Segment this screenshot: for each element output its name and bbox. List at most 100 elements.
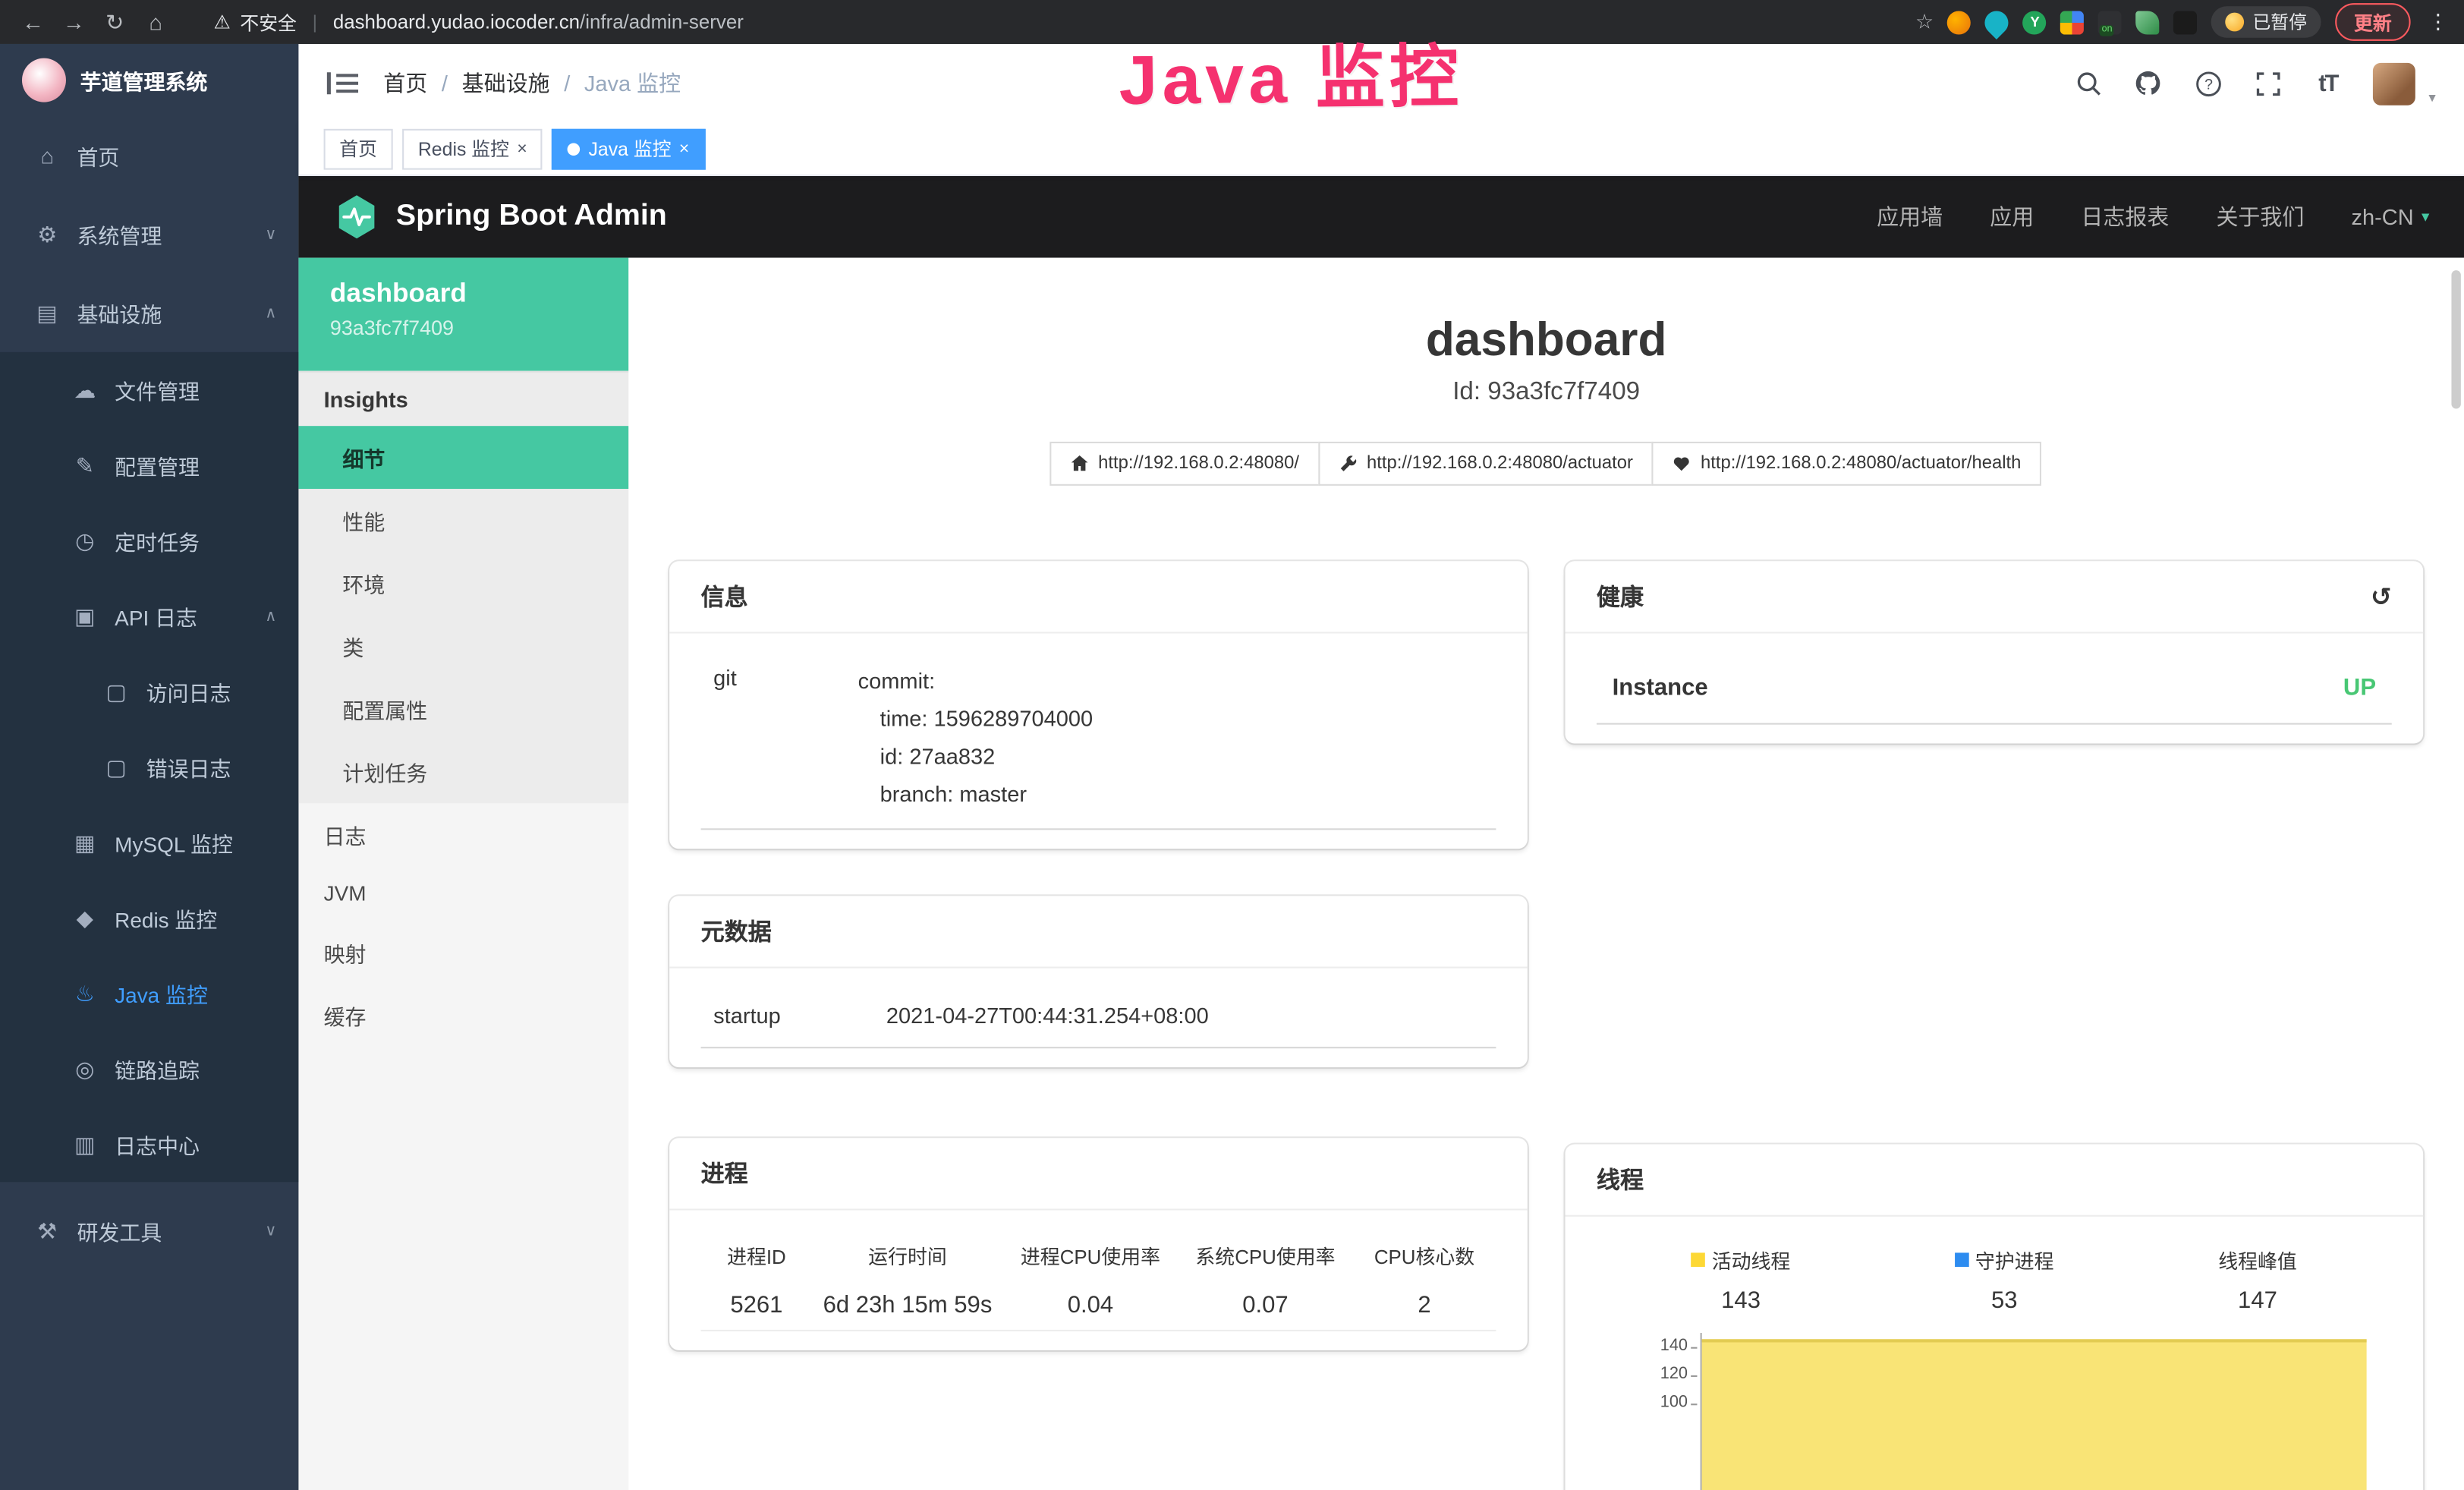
extension-leaf-icon[interactable] xyxy=(2136,10,2160,33)
url-domain: dashboard.yudao.iocoder.cn xyxy=(333,11,580,33)
sidebar-item-log-center[interactable]: ▥ 日志中心 xyxy=(0,1107,298,1182)
sidebar-item-mysql-monitor[interactable]: ▦ MySQL 监控 xyxy=(0,805,298,880)
address-bar[interactable]: ⚠ 不安全 | dashboard.yudao.iocoder.cn/infra… xyxy=(214,8,1909,35)
extension-grid-icon[interactable] xyxy=(2061,10,2085,33)
health-status: UP xyxy=(2343,674,2376,701)
extension-puzzle-icon[interactable] xyxy=(2174,10,2198,33)
process-cpu: 0.04 xyxy=(1003,1281,1179,1330)
app-logo[interactable]: 芋道管理系统 xyxy=(0,44,298,116)
sba-item-jvm[interactable]: JVM xyxy=(298,866,628,921)
actuator-url-button[interactable]: http://192.168.0.2:48080/actuator xyxy=(1318,442,1654,486)
service-url-button[interactable]: http://192.168.0.2:48080/ xyxy=(1049,442,1320,486)
sba-logo-icon xyxy=(333,194,380,241)
sidebar-item-dev-tools[interactable]: ⚒ 研发工具 ∨ xyxy=(0,1192,298,1271)
sba-item-loggers[interactable]: 日志 xyxy=(298,803,628,866)
help-icon[interactable]: ? xyxy=(2195,69,2223,97)
close-icon[interactable]: × xyxy=(517,139,527,158)
sba-item-metrics[interactable]: 性能 xyxy=(298,489,628,552)
user-avatar[interactable] xyxy=(2374,62,2416,105)
breadcrumb-home[interactable]: 首页 xyxy=(383,68,427,99)
breadcrumb-section[interactable]: 基础设施 xyxy=(462,68,550,99)
sidebar-item-infrastructure[interactable]: ▤ 基础设施 ∧ xyxy=(0,273,298,352)
threads-card-title: 线程 xyxy=(1597,1163,1644,1195)
sidebar-item-access-logs[interactable]: ▢ 访问日志 xyxy=(0,654,298,729)
sba-item-mappings[interactable]: 映射 xyxy=(298,921,628,984)
security-warning-label: 不安全 xyxy=(240,8,297,35)
svg-text:?: ? xyxy=(2204,76,2213,93)
sidebar-item-api-logs[interactable]: ▣ API 日志 ∧ xyxy=(0,578,298,654)
sidebar-item-link-tracing[interactable]: ◎ 链路追踪 xyxy=(0,1031,298,1106)
browser-menu-icon[interactable]: ⋮ xyxy=(2428,9,2448,34)
sidebar-item-home[interactable]: ⌂ 首页 xyxy=(0,116,298,195)
sidebar-item-redis-monitor[interactable]: ◆ Redis 监控 xyxy=(0,880,298,956)
update-button[interactable]: 更新 xyxy=(2335,3,2410,41)
sidebar-item-java-monitor[interactable]: ♨ Java 监控 xyxy=(0,956,298,1031)
tab-label: Redis 监控 xyxy=(418,135,509,162)
forward-icon[interactable]: → xyxy=(57,9,92,34)
tab-java-monitor[interactable]: Java 监控 × xyxy=(552,128,705,169)
sba-nav-applications[interactable]: 应用 xyxy=(1990,201,2034,232)
process-id: 5261 xyxy=(701,1281,813,1330)
log-icon: ▥ xyxy=(69,1131,100,1158)
sba-nav-journal[interactable]: 日志报表 xyxy=(2081,201,2169,232)
collapse-sidebar-icon[interactable] xyxy=(327,71,358,96)
extension-drop-icon[interactable] xyxy=(1981,5,2014,39)
system-cpu: 0.07 xyxy=(1178,1281,1353,1330)
sba-item-beans[interactable]: 类 xyxy=(298,615,628,678)
metadata-startup-row: startup 2021-04-27T00:44:31.254+08:00 xyxy=(701,987,1496,1048)
home-icon: ⌂ xyxy=(31,143,62,168)
fullscreen-icon[interactable] xyxy=(2254,69,2282,97)
security-warning-icon[interactable]: ⚠ xyxy=(214,11,231,33)
font-size-icon[interactable]: tT xyxy=(2314,69,2342,97)
sba-instance-block[interactable]: dashboard 93a3fc7f7409 xyxy=(298,258,628,371)
history-icon[interactable]: ↺ xyxy=(2371,581,2392,612)
sidebar-item-scheduled-tasks[interactable]: ◷ 定时任务 xyxy=(0,503,298,578)
sidebar-item-file-management[interactable]: ☁ 文件管理 xyxy=(0,352,298,427)
legend-value: 147 xyxy=(2238,1287,2277,1314)
sidebar-item-system-management[interactable]: ⚙ 系统管理 ∨ xyxy=(0,195,298,274)
bookmark-star-icon[interactable]: ☆ xyxy=(1915,9,1934,34)
extension-fox-icon[interactable] xyxy=(1948,10,1972,33)
extension-y-icon[interactable]: Y xyxy=(2023,10,2047,33)
extension-on-icon[interactable] xyxy=(2099,10,2123,33)
git-commit-time: time: 1596289704000 xyxy=(858,700,1484,738)
sba-item-environment[interactable]: 环境 xyxy=(298,552,628,615)
sba-item-details[interactable]: 细节 xyxy=(298,426,628,489)
process-header-row: 进程ID 运行时间 进程CPU使用率 系统CPU使用率 CPU核心数 xyxy=(701,1229,1496,1281)
health-card: 健康 ↺ Instance UP xyxy=(1566,561,2424,743)
sidebar-item-label: 研发工具 xyxy=(77,1215,162,1246)
edit-icon: ✎ xyxy=(69,452,100,478)
sba-item-config-props[interactable]: 配置属性 xyxy=(298,678,628,741)
screen: ← → ↻ ⌂ ⚠ 不安全 | dashboard.yudao.iocoder.… xyxy=(0,0,2464,1490)
back-icon[interactable]: ← xyxy=(16,9,51,34)
paused-badge[interactable]: 已暂停 xyxy=(2212,6,2321,37)
github-icon[interactable] xyxy=(2135,69,2163,97)
sidebar-item-error-logs[interactable]: ▢ 错误日志 xyxy=(0,729,298,805)
sba-nav-about[interactable]: 关于我们 xyxy=(2216,201,2304,232)
search-icon[interactable] xyxy=(2075,69,2103,97)
page-url[interactable]: dashboard.yudao.iocoder.cn/infra/admin-s… xyxy=(333,11,744,33)
legend-label: 线程峰值 xyxy=(2218,1245,2297,1274)
sba-brand[interactable]: Spring Boot Admin xyxy=(333,194,667,241)
sba-item-caches[interactable]: 缓存 xyxy=(298,984,628,1047)
reload-icon[interactable]: ↻ xyxy=(97,8,132,35)
scrollbar-thumb[interactable] xyxy=(2451,270,2460,408)
close-icon[interactable]: × xyxy=(679,139,689,158)
sidebar-item-config-management[interactable]: ✎ 配置管理 xyxy=(0,427,298,502)
health-url-button[interactable]: http://192.168.0.2:48080/actuator/health xyxy=(1652,442,2041,486)
legend-square-daemon xyxy=(1955,1252,1969,1267)
browser-extensions-area: ☆ Y 已暂停 更新 ⋮ xyxy=(1915,3,2448,41)
sidebar-item-label: 系统管理 xyxy=(77,219,162,250)
redis-icon: ◆ xyxy=(69,905,100,931)
tab-redis-monitor[interactable]: Redis 监控 × xyxy=(402,128,543,169)
tab-home[interactable]: 首页 xyxy=(324,128,393,169)
sidebar-item-label: 定时任务 xyxy=(115,525,200,556)
browser-home-icon[interactable]: ⌂ xyxy=(138,9,173,34)
logo-avatar xyxy=(22,58,66,102)
metadata-card: 元数据 startup 2021-04-27T00:44:31.254+08:0… xyxy=(669,896,1528,1067)
sidebar-item-label: 配置管理 xyxy=(115,449,200,480)
insights-group-label: Insights xyxy=(298,371,628,426)
sba-locale-select[interactable]: zh-CN ▾ xyxy=(2352,204,2430,229)
sba-item-scheduled-tasks[interactable]: 计划任务 xyxy=(298,740,628,803)
sba-nav-wallboard[interactable]: 应用墙 xyxy=(1877,201,1943,232)
